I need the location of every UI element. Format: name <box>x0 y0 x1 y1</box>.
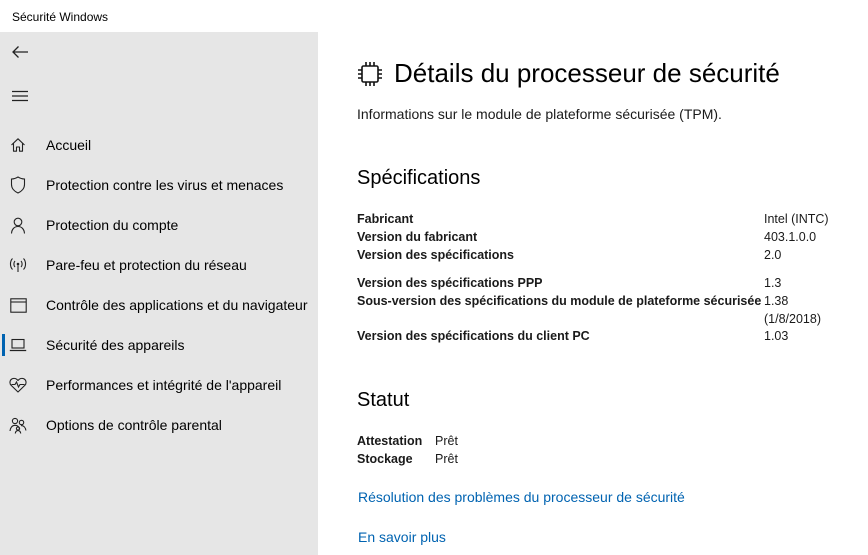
sidebar-item-label: Sécurité des appareils <box>46 337 185 353</box>
spec-value: 2.0 <box>764 248 782 262</box>
back-arrow-icon <box>12 46 28 58</box>
status-label: Stockage <box>357 452 413 466</box>
page-header: Détails du processeur de sécurité <box>356 58 780 89</box>
spec-value: 1.03 <box>764 329 789 343</box>
sidebar-item-account-protection[interactable]: Protection du compte <box>0 205 318 245</box>
sidebar-item-label: Options de contrôle parental <box>46 417 222 433</box>
sidebar-item-device-security[interactable]: Sécurité des appareils <box>0 325 318 365</box>
page-title: Détails du processeur de sécurité <box>394 58 780 88</box>
shield-icon <box>9 176 27 194</box>
home-icon <box>9 136 27 154</box>
sidebar-item-label: Protection contre les virus et menaces <box>46 177 284 193</box>
specs-heading: Spécifications <box>357 167 481 189</box>
sidebar-item-device-performance[interactable]: Performances et intégrité de l'appareil <box>0 365 318 405</box>
sidebar: Accueil Protection contre les virus et m… <box>0 32 318 555</box>
sidebar-item-label: Protection du compte <box>46 217 179 233</box>
spec-value: Intel (INTC) <box>764 212 829 226</box>
sidebar-item-home[interactable]: Accueil <box>0 125 318 165</box>
family-icon <box>9 416 27 434</box>
spec-label: Sous-version des spécifications du modul… <box>357 294 762 308</box>
sidebar-item-label: Pare-feu et protection du réseau <box>46 257 247 273</box>
spec-value: 403.1.0.0 <box>764 230 817 244</box>
spec-label: Version des spécifications <box>357 248 515 262</box>
status-heading: Statut <box>357 389 410 411</box>
sidebar-item-firewall[interactable]: Pare-feu et protection du réseau <box>0 245 318 285</box>
page-subtitle: Informations sur le module de plateforme… <box>357 106 722 122</box>
spec-label: Fabricant <box>357 212 414 226</box>
spec-value: 1.3 <box>764 276 782 290</box>
menu-button[interactable] <box>0 76 40 116</box>
title-bar: Sécurité Windows <box>0 0 868 32</box>
wireless-icon <box>9 256 27 274</box>
spec-label: Version des spécifications du client PC <box>357 329 590 343</box>
sidebar-item-label: Accueil <box>46 137 92 153</box>
sidebar-item-app-browser-control[interactable]: Contrôle des applications et du navigate… <box>0 285 318 325</box>
main-content: Détails du processeur de sécurité Inform… <box>318 32 868 555</box>
back-button[interactable] <box>0 32 40 72</box>
hamburger-icon <box>12 90 28 102</box>
sidebar-item-virus-protection[interactable]: Protection contre les virus et menaces <box>0 165 318 205</box>
status-value: Prêt <box>435 434 458 448</box>
sidebar-item-label: Contrôle des applications et du navigate… <box>46 297 308 313</box>
selection-indicator <box>2 334 5 356</box>
spec-label: Version des spécifications PPP <box>357 276 543 290</box>
spec-label: Version du fabricant <box>357 230 478 244</box>
learn-more-link[interactable]: En savoir plus <box>358 529 446 545</box>
spec-value: 1.38 <box>764 294 789 308</box>
processor-chip-icon <box>358 61 382 86</box>
sidebar-item-label: Performances et intégrité de l'appareil <box>46 377 282 393</box>
sidebar-item-family-options[interactable]: Options de contrôle parental <box>0 405 318 445</box>
troubleshoot-link[interactable]: Résolution des problèmes du processeur d… <box>358 489 685 505</box>
heart-pulse-icon <box>9 376 27 394</box>
window-title: Sécurité Windows <box>12 10 109 24</box>
person-icon <box>9 216 27 234</box>
browser-window-icon <box>9 296 27 314</box>
status-label: Attestation <box>357 434 423 448</box>
laptop-icon <box>9 336 27 354</box>
status-value: Prêt <box>435 452 458 466</box>
spec-value-date: (1/8/2018) <box>764 312 821 326</box>
